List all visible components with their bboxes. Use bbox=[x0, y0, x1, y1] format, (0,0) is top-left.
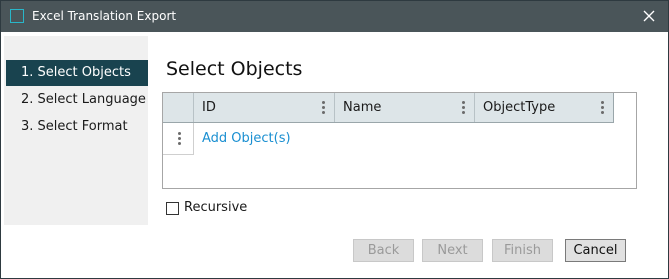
column-menu-icon[interactable] bbox=[321, 101, 325, 115]
recursive-checkbox[interactable] bbox=[166, 201, 179, 215]
column-header-label: ObjectType bbox=[483, 100, 556, 115]
objects-grid: ID Name ObjectType Add Object(s) bbox=[162, 92, 637, 189]
step-select-format[interactable]: 3. Select Format bbox=[6, 114, 148, 140]
title-bar: Excel Translation Export bbox=[1, 1, 668, 32]
recursive-label: Recursive bbox=[184, 200, 248, 215]
finish-button[interactable]: Finish bbox=[492, 239, 553, 262]
recursive-checkbox-row[interactable]: Recursive bbox=[166, 200, 247, 216]
add-objects-link[interactable]: Add Object(s) bbox=[202, 130, 291, 147]
drag-handle-icon bbox=[177, 132, 181, 146]
grid-header: ID Name ObjectType bbox=[163, 93, 614, 123]
page-title: Select Objects bbox=[166, 58, 303, 80]
column-menu-icon[interactable] bbox=[461, 101, 465, 115]
cancel-button[interactable]: Cancel bbox=[565, 239, 626, 262]
next-button[interactable]: Next bbox=[422, 239, 483, 262]
column-header-id[interactable]: ID bbox=[193, 93, 334, 122]
close-icon[interactable] bbox=[638, 5, 660, 27]
back-button[interactable]: Back bbox=[353, 239, 414, 262]
step-select-language[interactable]: 2. Select Language bbox=[6, 87, 148, 113]
step-select-objects[interactable]: 1. Select Objects bbox=[6, 60, 148, 86]
column-header-label: Name bbox=[343, 100, 382, 115]
column-header-label: ID bbox=[202, 100, 216, 115]
column-menu-icon[interactable] bbox=[600, 101, 604, 115]
dialog-window: Excel Translation Export 1. Select Objec… bbox=[0, 0, 669, 279]
window-title: Excel Translation Export bbox=[32, 9, 177, 23]
row-drag-handle[interactable] bbox=[163, 123, 194, 155]
wizard-steps-sidebar: 1. Select Objects 2. Select Language 3. … bbox=[4, 36, 148, 225]
window-outline-icon bbox=[10, 9, 24, 23]
add-object-row: Add Object(s) bbox=[163, 123, 636, 155]
column-header-name[interactable]: Name bbox=[334, 93, 474, 122]
column-header-objecttype[interactable]: ObjectType bbox=[474, 93, 613, 122]
